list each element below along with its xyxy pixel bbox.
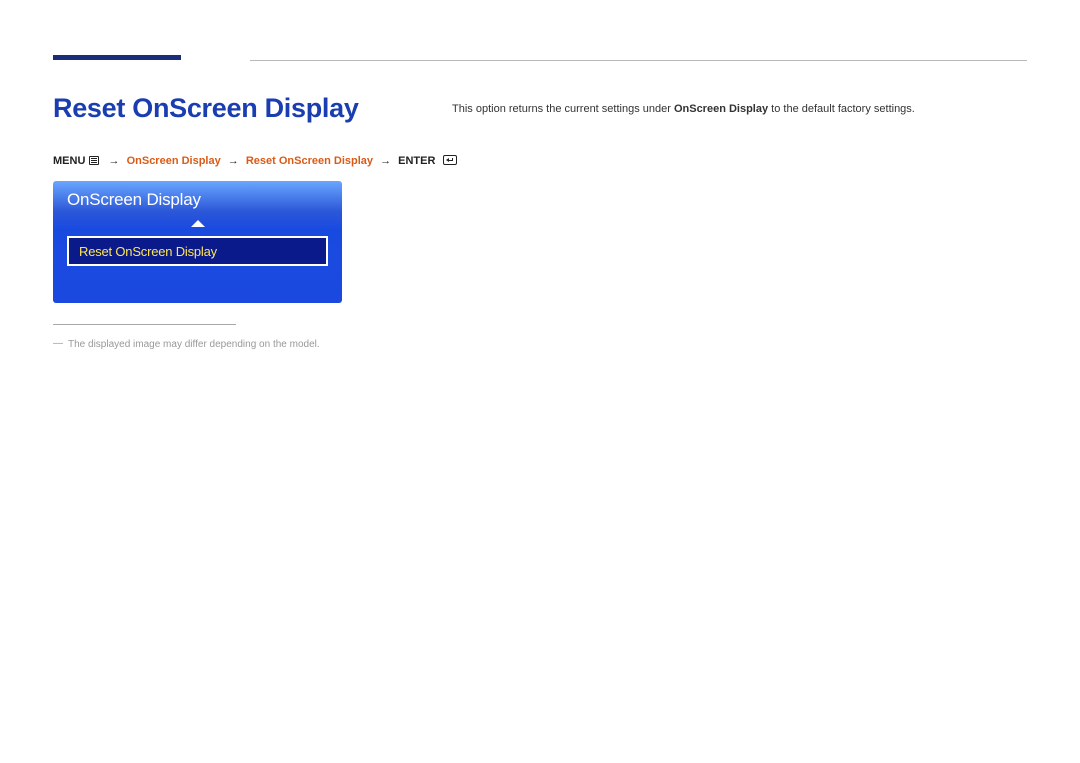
page-title: Reset OnScreen Display: [53, 93, 359, 124]
osd-scroll-up-row[interactable]: [53, 214, 342, 232]
header-rule: [250, 60, 1027, 61]
breadcrumb: MENU → OnScreen Display → Reset OnScreen…: [53, 155, 457, 167]
breadcrumb-arrow: →: [224, 155, 243, 167]
footnote: ― The displayed image may differ dependin…: [53, 339, 320, 350]
breadcrumb-arrow: →: [376, 155, 395, 167]
osd-panel: OnScreen Display Reset OnScreen Display: [53, 181, 342, 303]
footnote-dash: ―: [53, 338, 63, 349]
header-accent-bar: [53, 55, 181, 60]
description-bold: OnScreen Display: [674, 103, 768, 115]
footnote-separator: [53, 324, 236, 325]
enter-icon: [443, 155, 457, 165]
chevron-up-icon: [191, 220, 205, 227]
osd-panel-header: OnScreen Display: [53, 181, 342, 214]
osd-menu-item-reset[interactable]: Reset OnScreen Display: [67, 236, 328, 266]
breadcrumb-enter-label: ENTER: [398, 155, 435, 167]
breadcrumb-path-2: Reset OnScreen Display: [246, 155, 373, 167]
breadcrumb-menu-label: MENU: [53, 155, 85, 167]
osd-panel-title: OnScreen Display: [67, 190, 328, 210]
menu-grid-icon: [89, 156, 99, 165]
description-text: This option returns the current settings…: [452, 103, 915, 115]
breadcrumb-path-1: OnScreen Display: [127, 155, 221, 167]
osd-menu-item-label: Reset OnScreen Display: [79, 244, 217, 259]
footnote-text: The displayed image may differ depending…: [68, 339, 320, 350]
description-prefix: This option returns the current settings…: [452, 103, 674, 115]
breadcrumb-arrow: →: [105, 155, 124, 167]
description-suffix: to the default factory settings.: [768, 103, 915, 115]
